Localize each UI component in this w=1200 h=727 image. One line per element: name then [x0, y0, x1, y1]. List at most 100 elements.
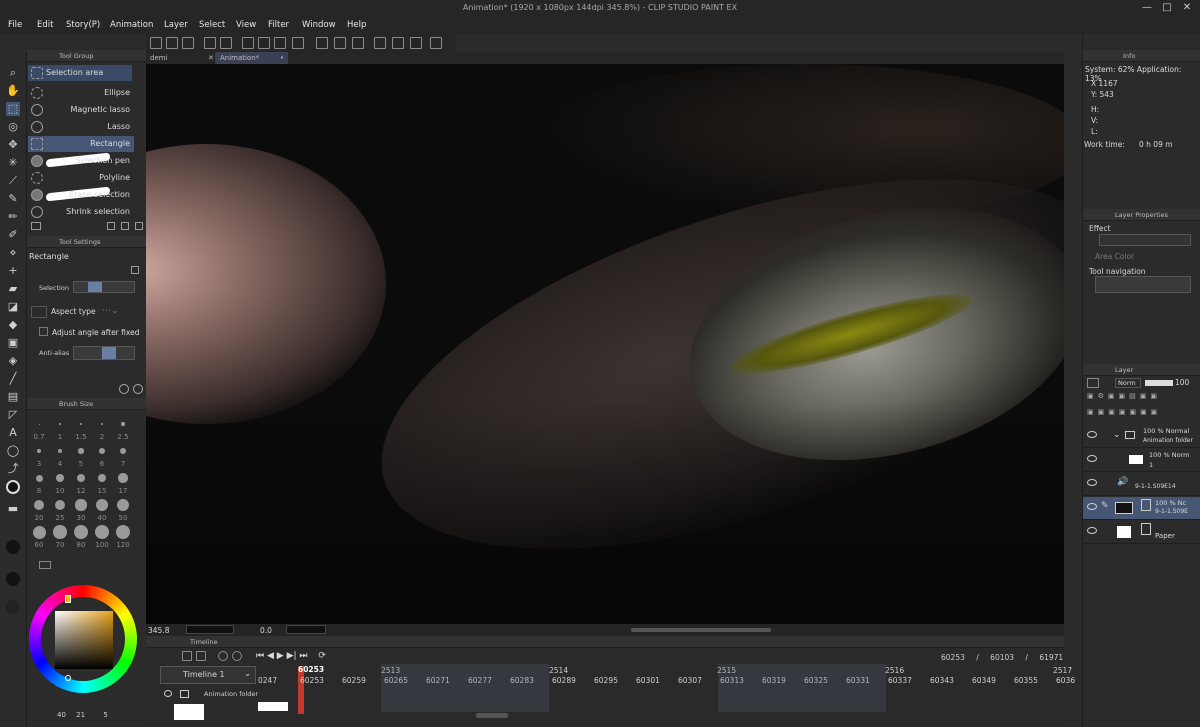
brush-size-dot[interactable] [97, 473, 107, 483]
saturation-value-square[interactable] [55, 611, 113, 669]
trash-icon[interactable] [135, 222, 143, 230]
layer-toolbar-row-1[interactable]: ▣⚙▣▣▤▣▣ [1087, 392, 1197, 402]
new-timeline-icon[interactable] [182, 651, 192, 661]
canvas[interactable] [146, 64, 1064, 624]
menu-file[interactable]: File [8, 20, 22, 30]
eye-icon[interactable] [1087, 527, 1097, 534]
brush-size-dot[interactable] [78, 448, 84, 454]
invert-selection-icon[interactable] [352, 37, 364, 49]
brush-size-dot[interactable] [34, 500, 44, 510]
pencil-icon[interactable]: ✏ [6, 210, 20, 224]
brush-size-dot[interactable] [76, 473, 86, 483]
chevron-down-icon[interactable]: ⌄ [1113, 430, 1121, 440]
add-selection-icon[interactable] [88, 282, 102, 292]
brush-size-dot[interactable] [74, 525, 88, 539]
brush-size-dot[interactable] [56, 474, 64, 482]
brush-size-dot[interactable] [57, 448, 63, 454]
clear-outside-icon[interactable] [258, 37, 270, 49]
display-icon[interactable] [430, 37, 442, 49]
sub-tool-selection-pen[interactable]: Selection pen [28, 152, 134, 169]
adjust-angle-checkbox[interactable] [39, 327, 48, 336]
figure-icon[interactable]: ╱ [6, 372, 20, 386]
menu-layer[interactable]: Layer [164, 20, 188, 30]
duplicate-icon[interactable] [107, 222, 115, 230]
text-icon[interactable]: A [6, 426, 20, 440]
fill-icon[interactable] [274, 37, 286, 49]
brush-size-dot[interactable] [37, 449, 41, 453]
eye-icon[interactable] [1087, 455, 1097, 462]
zoom-slider[interactable] [186, 625, 234, 634]
sub-tool-ellipse[interactable]: Ellipse [28, 85, 134, 101]
minimize-button[interactable]: — [1140, 2, 1154, 16]
balloon-icon[interactable]: ◯ [6, 444, 20, 458]
tab-animation[interactable]: Animation* • [216, 52, 288, 64]
blend-mode-select[interactable]: Norm [1115, 378, 1141, 388]
menu-help[interactable]: Help [347, 20, 366, 30]
decoration-icon[interactable]: + [6, 264, 20, 278]
cel-block[interactable] [258, 702, 288, 711]
layer-color-icon[interactable] [1087, 378, 1099, 388]
pen-icon[interactable]: ✎ [6, 192, 20, 206]
color-swatch-icon[interactable] [6, 572, 20, 586]
brush-icon[interactable]: ✐ [6, 228, 20, 242]
angle-slider[interactable] [286, 625, 326, 634]
antialias-buttons[interactable] [73, 346, 135, 360]
brush-size-dot[interactable] [121, 422, 125, 426]
gradient-icon[interactable]: ▣ [6, 336, 20, 350]
color-picker-handle[interactable] [65, 675, 71, 681]
pen-correction-icon[interactable] [374, 37, 386, 49]
ruler-tool-icon[interactable]: ◸ [6, 408, 20, 422]
prev-frame-icon[interactable]: ◀ [267, 651, 274, 661]
brush-size-dot[interactable] [53, 525, 67, 539]
brush-size-dot[interactable] [99, 448, 105, 454]
clear-icon[interactable] [242, 37, 254, 49]
play-icon[interactable]: ▶ [277, 651, 284, 661]
undo-icon[interactable] [204, 37, 216, 49]
sub-tool-polyline[interactable]: Polyline [28, 170, 134, 186]
save-icon[interactable] [182, 37, 194, 49]
maximize-button[interactable]: □ [1160, 2, 1174, 16]
loop-icon[interactable]: ⟳ [318, 651, 326, 661]
sub-tool-erase-selection[interactable]: Erase selection [28, 186, 134, 203]
zoom-icon[interactable]: ⌕ [6, 66, 20, 80]
brush-size-dot[interactable] [96, 499, 108, 511]
brush-size-dot[interactable] [100, 422, 104, 426]
sub-tool-shrink-selection[interactable]: Shrink selection [28, 204, 134, 220]
tab-close-icon[interactable]: ✕ [204, 52, 216, 64]
brush-size-dot[interactable] [59, 423, 61, 425]
eye-icon[interactable] [1087, 479, 1097, 486]
eyedropper-icon[interactable]: ⟋ [6, 174, 20, 188]
zoom-value[interactable]: 345.8 [148, 626, 169, 635]
menu-window[interactable]: Window [302, 20, 336, 30]
menu-story[interactable]: Story(P) [66, 20, 100, 30]
eye-icon[interactable] [1087, 431, 1097, 438]
snap-icon[interactable] [392, 37, 404, 49]
brush-size-dot[interactable] [79, 422, 83, 426]
angle-value[interactable]: 0.0 [260, 626, 272, 635]
layer-row[interactable]: 🔊 9-1-1.S09E14 [1083, 473, 1200, 496]
brush-size-dot[interactable] [116, 525, 130, 539]
frame-icon[interactable]: ▤ [6, 390, 20, 404]
sub-color-icon[interactable] [6, 540, 20, 554]
brush-size-dot[interactable] [116, 498, 130, 512]
fill-tool-icon[interactable]: ◆ [6, 318, 20, 332]
brush-size-dot[interactable] [38, 423, 40, 425]
eye-icon[interactable] [1087, 503, 1097, 510]
copy-icon[interactable] [121, 222, 129, 230]
menu-animation[interactable]: Animation [110, 20, 153, 30]
brush-size-dot[interactable] [119, 447, 127, 455]
menu-edit[interactable]: Edit [37, 20, 53, 30]
layer-row[interactable]: Paper [1083, 521, 1200, 544]
layer-row[interactable]: ⌄ 100 % Normal Animation folder [1083, 425, 1200, 448]
open-file-icon[interactable] [166, 37, 178, 49]
brush-size-dot[interactable] [75, 499, 87, 511]
last-frame-icon[interactable]: ⏭ [299, 651, 307, 661]
hue-handle[interactable] [65, 595, 71, 603]
sub-tool-lasso[interactable]: Lasso [28, 119, 134, 135]
opacity-value[interactable]: 100 [1175, 378, 1189, 387]
first-frame-icon[interactable]: ⏮ [256, 651, 264, 661]
correct-line-icon[interactable]: ⤴ [6, 462, 20, 476]
aspect-checkbox[interactable] [31, 306, 47, 318]
layer-toolbar-row-2[interactable]: ▣▣▣▣▣▣▣ [1087, 408, 1197, 418]
color-swatch-2-icon[interactable] [6, 600, 20, 614]
